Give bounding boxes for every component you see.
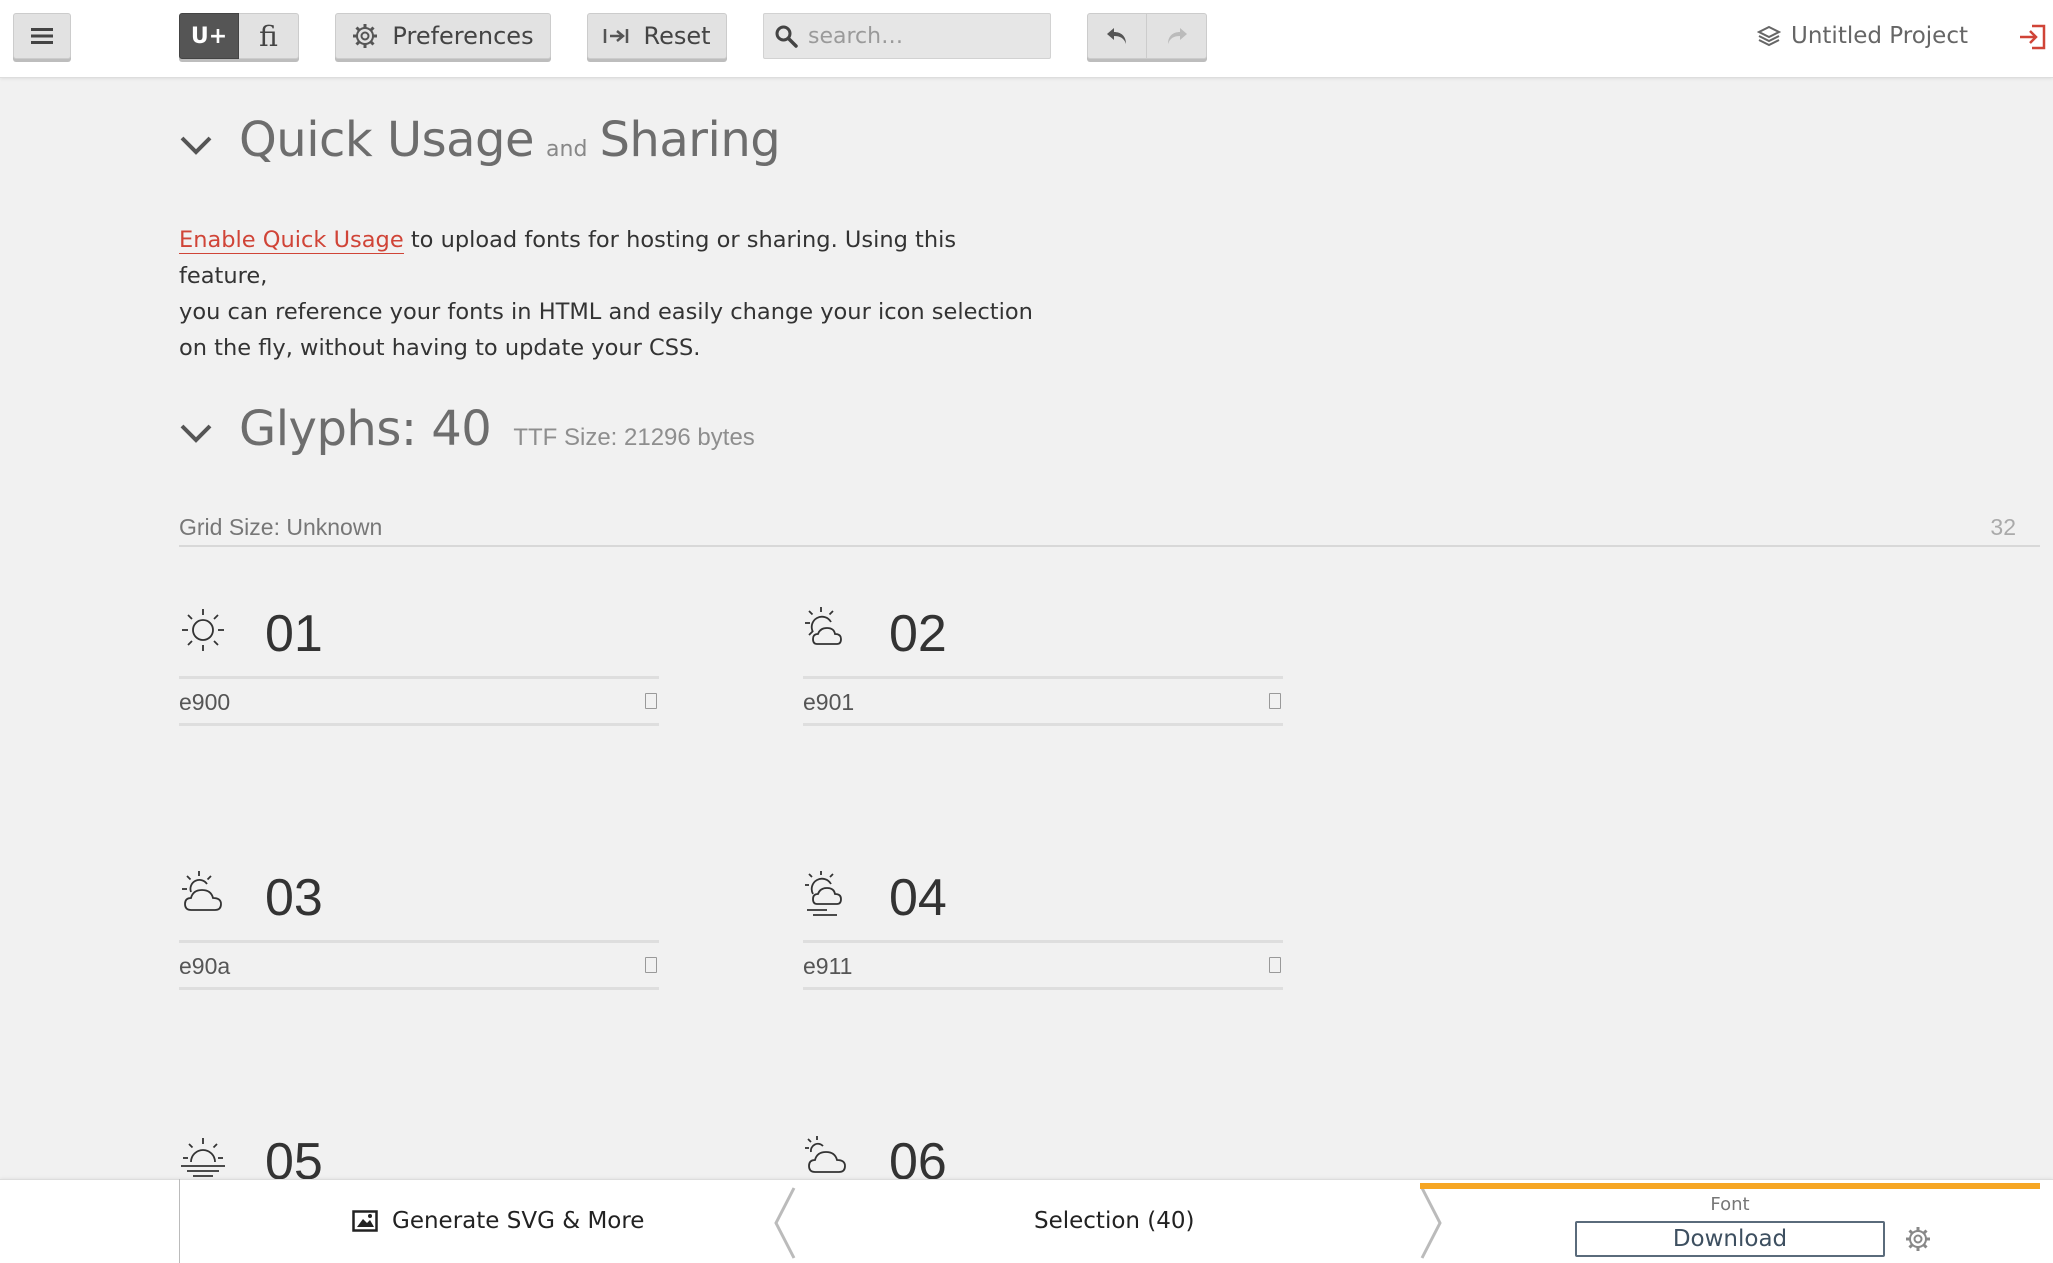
font-settings-gear-icon[interactable]	[1904, 1225, 1932, 1253]
preferences-button[interactable]: Preferences	[335, 13, 551, 59]
usage-text-line3: on the fly, without having to update you…	[179, 335, 701, 361]
grid-size-bar[interactable]: Grid Size: Unknown 32	[179, 512, 2040, 547]
glyph-code[interactable]: e901	[803, 689, 854, 716]
cloud-sun-icon	[805, 1136, 846, 1173]
top-toolbar: U+ fi Preferences Reset search… Untitled…	[0, 0, 2053, 78]
selection-button[interactable]: Selection (40)	[1034, 1200, 1195, 1242]
quick-usage-heading: Quick Usage and Sharing	[239, 112, 781, 168]
collapse-quick-usage-chevron-icon[interactable]	[179, 133, 213, 157]
redo-button[interactable]	[1147, 13, 1207, 59]
quick-usage-description: Enable Quick Usage to upload fonts for h…	[179, 222, 1039, 366]
glyph-code[interactable]: e90a	[179, 953, 230, 980]
menu-button[interactable]	[13, 13, 71, 59]
sunset-icon	[181, 1138, 225, 1177]
glyph-code-row: e901	[803, 676, 1283, 726]
preferences-label: Preferences	[392, 22, 534, 50]
gear-icon	[353, 24, 378, 48]
logout-icon[interactable]	[2018, 22, 2048, 52]
history-controls	[1087, 13, 1207, 59]
sun-cloud-wind-icon	[805, 871, 842, 916]
undo-icon	[1107, 28, 1126, 44]
copy-icon[interactable]	[1269, 693, 1281, 709]
chevron-left-icon	[774, 1187, 796, 1259]
copy-icon[interactable]	[645, 693, 657, 709]
reset-button[interactable]: Reset	[587, 13, 727, 59]
glyph-name: 01	[265, 605, 323, 663]
bottom-bar-divider	[179, 1179, 180, 1263]
sun-behind-cloud-icon	[182, 871, 222, 911]
collapse-glyphs-chevron-icon[interactable]	[179, 421, 213, 445]
glyph-name: 02	[889, 605, 947, 663]
glyph-card[interactable]: 01 e900	[179, 605, 659, 736]
copy-icon[interactable]	[1269, 957, 1281, 973]
glyph-card[interactable]: 04 e911	[803, 869, 1283, 1000]
glyphs-title: Glyphs: 40	[239, 401, 492, 457]
enable-quick-usage-link[interactable]: Enable Quick Usage	[179, 227, 404, 254]
selection-label: Selection (40)	[1034, 1208, 1195, 1234]
hamburger-icon	[31, 28, 53, 44]
search-input[interactable]	[808, 23, 1038, 49]
redo-icon	[1167, 28, 1187, 44]
usage-text-line2: you can reference your fonts in HTML and…	[179, 299, 1033, 325]
undo-button[interactable]	[1087, 13, 1147, 59]
sharing-title: Sharing	[599, 112, 781, 168]
generate-svg-label: Generate SVG & More	[392, 1208, 645, 1234]
glyph-code[interactable]: e900	[179, 689, 230, 716]
generate-svg-button[interactable]: Generate SVG & More	[352, 1200, 644, 1242]
image-icon	[352, 1210, 378, 1232]
sun-cloud-icon	[805, 607, 842, 645]
grid-size-label: Grid Size: Unknown	[179, 514, 383, 540]
glyph-code[interactable]: e911	[803, 953, 852, 980]
glyph-code-row: e900	[179, 676, 659, 726]
project-name-label: Untitled Project	[1791, 23, 1968, 49]
sun-icon	[182, 609, 224, 651]
grid-size-value: 32	[1990, 514, 2016, 540]
glyph-code-row: e911	[803, 940, 1283, 990]
font-label: Font	[1710, 1194, 1750, 1215]
copy-icon[interactable]	[645, 957, 657, 973]
reset-icon	[604, 29, 629, 43]
search-field	[763, 13, 1051, 59]
glyph-code-row: e90a	[179, 940, 659, 990]
glyph-name: 03	[265, 869, 323, 927]
glyph-card[interactable]: 02 e901	[803, 605, 1283, 736]
search-icon	[775, 25, 798, 48]
quick-usage-title-and: and	[546, 137, 588, 162]
glyph-display-toggle: U+ fi	[179, 13, 299, 59]
glyph-card[interactable]: 03 e90a	[179, 869, 659, 1000]
font-tab: Font Download	[1420, 1183, 2040, 1263]
unicode-toggle-button[interactable]: U+	[179, 13, 239, 59]
glyph-name: 04	[889, 869, 947, 927]
download-button[interactable]: Download	[1575, 1221, 1885, 1257]
reset-label: Reset	[643, 22, 711, 50]
glyphs-heading: Glyphs: 40 TTF Size: 21296 bytes	[239, 401, 755, 457]
quick-usage-title: Quick Usage	[239, 112, 535, 168]
ligature-toggle-button[interactable]: fi	[239, 13, 299, 59]
project-name[interactable]: Untitled Project	[1757, 20, 1968, 52]
ttf-size: TTF Size: 21296 bytes	[513, 424, 755, 451]
layers-icon	[1757, 25, 1781, 47]
